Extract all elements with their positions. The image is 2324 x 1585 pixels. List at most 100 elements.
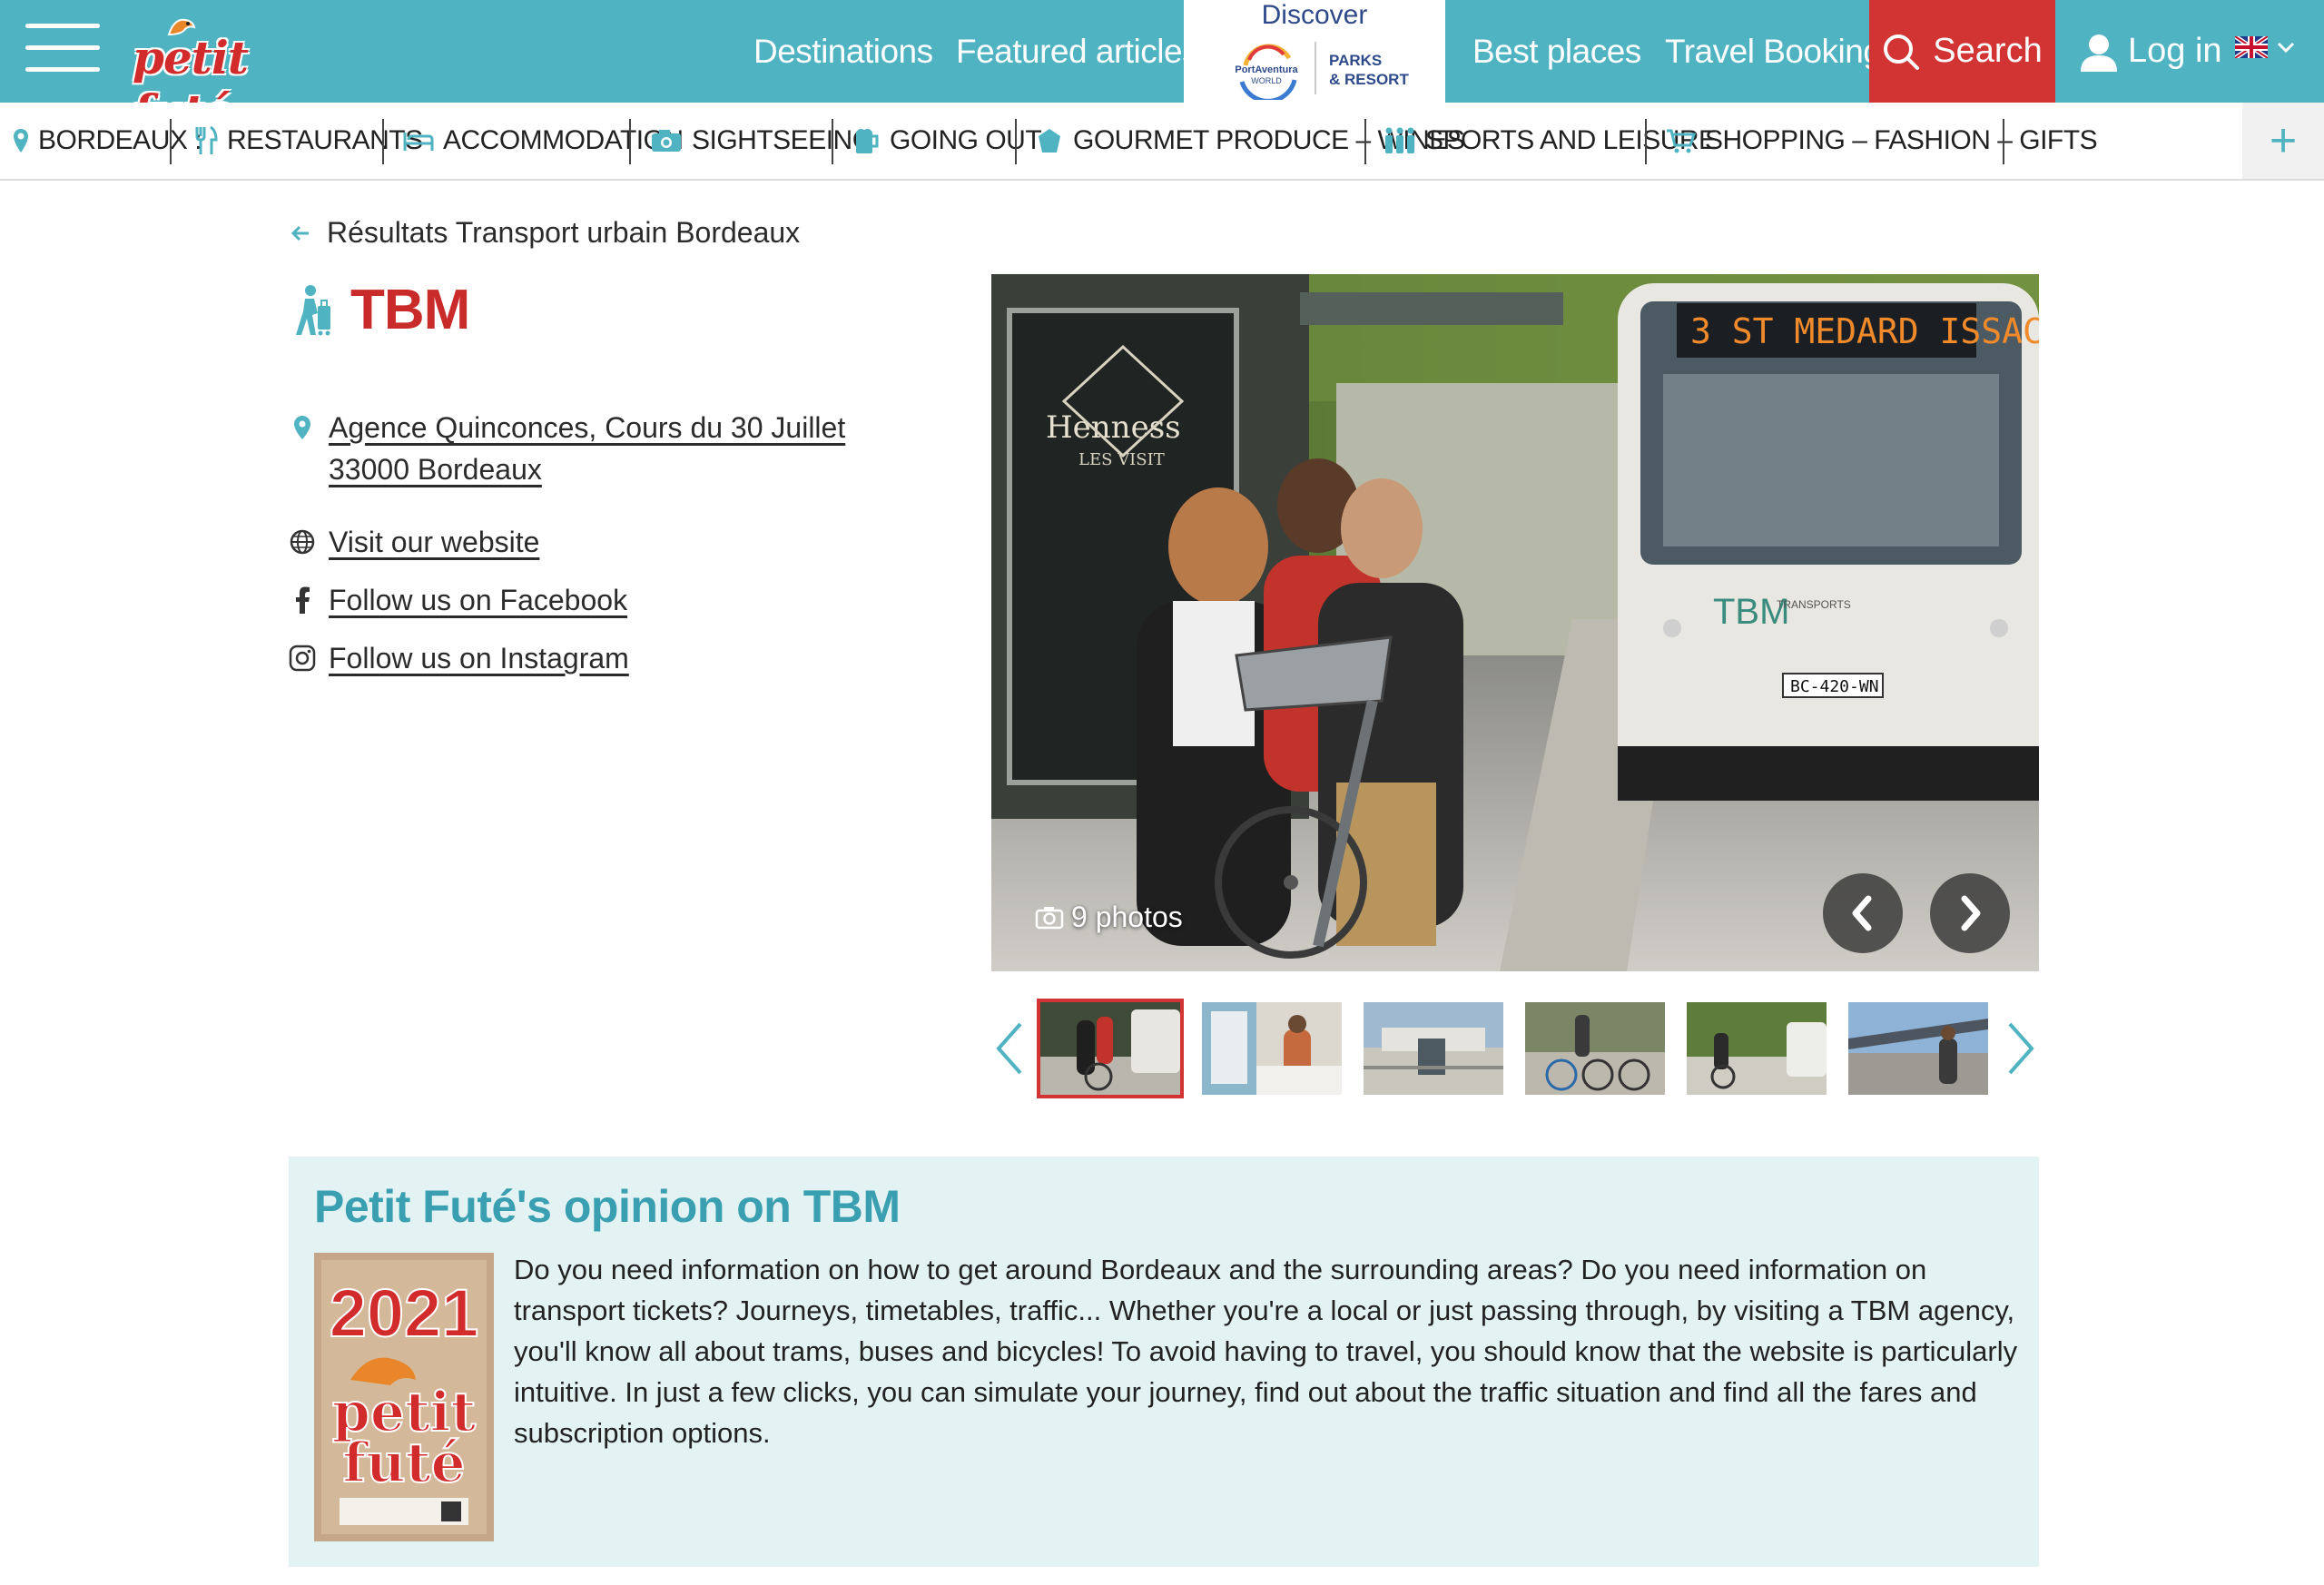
facebook-icon [289, 579, 316, 621]
instagram-link[interactable]: Follow us on Instagram [329, 637, 629, 679]
category-restaurants[interactable]: RESTAURANTS [194, 103, 423, 179]
photos-count-label: 9 photos [1071, 901, 1183, 933]
svg-text:futé: futé [342, 1432, 465, 1495]
thumbnail-4[interactable] [1525, 1002, 1665, 1095]
photos-count[interactable]: 9 photos [1035, 901, 1183, 934]
arrow-left-icon [290, 225, 309, 241]
thumbnail-2[interactable] [1202, 1002, 1342, 1095]
opinion-section: Petit Futé's opinion on TBM 2021 petit f… [289, 1157, 2039, 1567]
search-icon [1884, 34, 1920, 70]
thumbnail-1[interactable] [1037, 999, 1184, 1098]
instagram-row: Follow us on Instagram [289, 637, 629, 679]
category-label: GOING OUT [890, 125, 1042, 155]
chevron-down-icon [2277, 42, 2295, 54]
location-text: BORDEAUX : [38, 125, 202, 155]
login-button[interactable]: Log in [2079, 0, 2222, 103]
camera-icon [652, 130, 681, 152]
category-separator [1015, 119, 1017, 164]
address-block: Agence Quinconces, Cours du 30 Juillet 3… [289, 407, 845, 490]
back-to-results-link[interactable]: Résultats Transport urbain Bordeaux [290, 216, 800, 250]
partner-line-2: & RESORT [1329, 71, 1409, 88]
menu-icon[interactable] [25, 24, 100, 73]
cart-icon [1667, 129, 1696, 153]
address-link[interactable]: Agence Quinconces, Cours du 30 Juillet 3… [329, 407, 845, 490]
nav-destinations[interactable]: Destinations [753, 0, 933, 103]
search-label: Search [1933, 32, 2043, 70]
top-header: petit futé Destinations Featured article… [0, 0, 2324, 138]
category-accommodation[interactable]: ACCOMMODATION [403, 103, 684, 179]
category-separator [382, 119, 384, 164]
category-separator [1364, 119, 1366, 164]
previous-photo-button[interactable] [1823, 873, 1903, 953]
website-row: Visit our website [289, 521, 539, 563]
website-link[interactable]: Visit our website [329, 521, 539, 563]
thumbnails-prev-button[interactable] [991, 1017, 1028, 1080]
svg-text:BC-420-WN: BC-420-WN [1790, 677, 1879, 696]
bottles-icon [1385, 127, 1414, 153]
category-shopping[interactable]: SHOPPING – FASHION – GIFTS [1665, 103, 2098, 179]
portaventura-logo: PortAventura WORLD [1235, 44, 1299, 100]
discover-partner-banner[interactable]: Discover PortAventura WORLD PARKS & RESO… [1184, 0, 1445, 103]
uk-flag-icon [2235, 36, 2268, 58]
category-bar: BORDEAUX : RESTAURANTS ACCOMMODATION SIG… [0, 103, 2324, 181]
nav-best-places[interactable]: Best places [1472, 0, 1641, 103]
traveler-icon [296, 284, 330, 335]
recommended-2021-badge: 2021 petit futé [314, 1253, 494, 1541]
thumbnail-6[interactable] [1848, 1002, 1988, 1095]
category-separator [832, 119, 833, 164]
next-photo-button[interactable] [1930, 873, 2010, 953]
nav-featured-articles[interactable]: Featured articles [956, 0, 1199, 103]
location-label[interactable]: BORDEAUX : [13, 103, 202, 179]
location-pin-icon [289, 407, 316, 448]
bus-stop-photo: Henness LES VISIT 3 ST MEDARD ISSAC TBM … [991, 274, 2039, 971]
thumbnails-next-button[interactable] [2003, 1017, 2039, 1080]
category-label: SHOPPING – FASHION – GIFTS [1705, 125, 2098, 155]
partner-divider [1315, 42, 1316, 94]
svg-text:2021: 2021 [330, 1275, 479, 1351]
address-line-2: 33000 Bordeaux [329, 453, 542, 486]
category-separator [2003, 119, 2004, 164]
hero-photo[interactable]: Henness LES VISIT 3 ST MEDARD ISSAC TBM … [991, 274, 2039, 971]
category-going-out[interactable]: GOING OUT [853, 103, 1042, 179]
page-title: TBM [350, 279, 470, 341]
svg-text:TRANSPORTS: TRANSPORTS [1777, 598, 1851, 611]
nav-travel-booking[interactable]: Travel Booking [1665, 0, 1882, 103]
basket-icon [1039, 129, 1060, 153]
category-separator [170, 119, 172, 164]
more-categories-button[interactable]: + [2242, 103, 2324, 179]
partner-text: PARKS & RESORT [1329, 51, 1409, 89]
location-pin-icon [14, 129, 28, 153]
svg-text:Henness: Henness [1046, 409, 1181, 446]
back-link-label: Résultats Transport urbain Bordeaux [327, 216, 801, 249]
chevron-left-icon [996, 1022, 1022, 1075]
search-button[interactable]: Search [1869, 0, 2055, 103]
facebook-row: Follow us on Facebook [289, 579, 627, 621]
category-label: SIGHTSEEING [692, 125, 873, 155]
address-line-1: Agence Quinconces, Cours du 30 Juillet [329, 411, 846, 444]
camera-icon [1035, 906, 1064, 929]
thumbnail-3[interactable] [1364, 1002, 1503, 1095]
chevron-right-icon [1961, 895, 1981, 931]
category-separator [629, 119, 631, 164]
category-label: RESTAURANTS [227, 125, 423, 155]
category-separator [1645, 119, 1647, 164]
title-row: TBM [289, 278, 470, 342]
globe-icon [289, 521, 316, 563]
thumbnail-5[interactable] [1687, 1002, 1827, 1095]
partner-line-1: PARKS [1329, 52, 1383, 69]
thumbnail-strip [991, 999, 2039, 1100]
discover-label: Discover [1261, 0, 1368, 30]
facebook-link[interactable]: Follow us on Facebook [329, 579, 627, 621]
category-sightseeing[interactable]: SIGHTSEEING [650, 103, 873, 179]
user-icon [2081, 34, 2117, 72]
site-logo[interactable]: petit futé [129, 13, 327, 138]
svg-text:WORLD: WORLD [1251, 76, 1282, 85]
language-selector[interactable] [2235, 36, 2295, 58]
chevron-right-icon [2008, 1022, 2034, 1075]
opinion-text: Do you need information on how to get ar… [514, 1254, 2018, 1449]
svg-text:PortAventura: PortAventura [1235, 64, 1298, 75]
instagram-icon [289, 637, 316, 679]
svg-text:3 ST MEDARD ISSAC: 3 ST MEDARD ISSAC [1690, 311, 2039, 351]
beer-icon [856, 129, 879, 153]
fork-knife-icon [195, 125, 218, 154]
